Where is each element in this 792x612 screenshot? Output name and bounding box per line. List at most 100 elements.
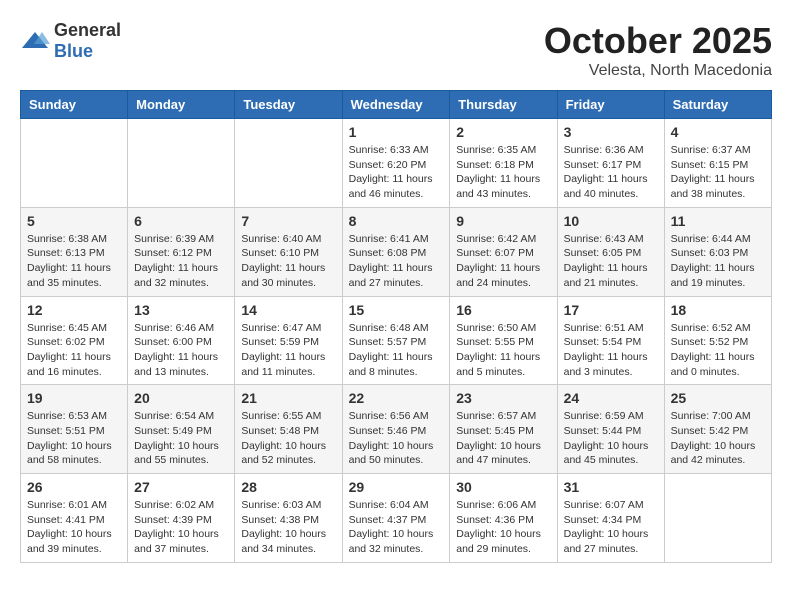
- day-info: Sunrise: 6:46 AM Sunset: 6:00 PM Dayligh…: [134, 321, 228, 380]
- day-number: 23: [456, 390, 550, 406]
- calendar-week-row: 12 Sunrise: 6:45 AM Sunset: 6:02 PM Dayli…: [21, 296, 772, 385]
- day-number: 10: [564, 213, 658, 229]
- day-number: 20: [134, 390, 228, 406]
- calendar-cell: 1 Sunrise: 6:33 AM Sunset: 6:20 PM Daylig…: [342, 119, 450, 208]
- calendar-cell: [664, 474, 771, 563]
- day-number: 29: [349, 479, 444, 495]
- day-info: Sunrise: 6:38 AM Sunset: 6:13 PM Dayligh…: [27, 232, 121, 291]
- day-info: Sunrise: 6:07 AM Sunset: 4:34 PM Dayligh…: [564, 498, 658, 557]
- day-number: 1: [349, 124, 444, 140]
- calendar-cell: 6 Sunrise: 6:39 AM Sunset: 6:12 PM Daylig…: [128, 207, 235, 296]
- calendar-cell: 25 Sunrise: 7:00 AM Sunset: 5:42 PM Dayli…: [664, 385, 771, 474]
- calendar-cell: 2 Sunrise: 6:35 AM Sunset: 6:18 PM Daylig…: [450, 119, 557, 208]
- calendar-cell: 28 Sunrise: 6:03 AM Sunset: 4:38 PM Dayli…: [235, 474, 342, 563]
- day-info: Sunrise: 6:39 AM Sunset: 6:12 PM Dayligh…: [134, 232, 228, 291]
- day-info: Sunrise: 6:59 AM Sunset: 5:44 PM Dayligh…: [564, 409, 658, 468]
- calendar-cell: 11 Sunrise: 6:44 AM Sunset: 6:03 PM Dayli…: [664, 207, 771, 296]
- logo: General Blue: [20, 20, 121, 62]
- day-info: Sunrise: 6:55 AM Sunset: 5:48 PM Dayligh…: [241, 409, 335, 468]
- day-info: Sunrise: 6:01 AM Sunset: 4:41 PM Dayligh…: [27, 498, 121, 557]
- weekday-header-thursday: Thursday: [450, 91, 557, 119]
- weekday-header-tuesday: Tuesday: [235, 91, 342, 119]
- day-number: 5: [27, 213, 121, 229]
- weekday-header-monday: Monday: [128, 91, 235, 119]
- day-info: Sunrise: 6:33 AM Sunset: 6:20 PM Dayligh…: [349, 143, 444, 202]
- calendar-cell: 14Sunrise: 6:47 AM Sunset: 5:59 PM Dayli…: [235, 296, 342, 385]
- day-number: 18: [671, 302, 765, 318]
- calendar-cell: 21 Sunrise: 6:55 AM Sunset: 5:48 PM Dayli…: [235, 385, 342, 474]
- day-info: Sunrise: 6:45 AM Sunset: 6:02 PM Dayligh…: [27, 321, 121, 380]
- day-info: Sunrise: 6:40 AM Sunset: 6:10 PM Dayligh…: [241, 232, 335, 291]
- calendar-cell: 24 Sunrise: 6:59 AM Sunset: 5:44 PM Dayli…: [557, 385, 664, 474]
- calendar-cell: 7 Sunrise: 6:40 AM Sunset: 6:10 PM Daylig…: [235, 207, 342, 296]
- day-number: 3: [564, 124, 658, 140]
- calendar-cell: 20 Sunrise: 6:54 AM Sunset: 5:49 PM Dayli…: [128, 385, 235, 474]
- day-number: 19: [27, 390, 121, 406]
- day-number: 12: [27, 302, 121, 318]
- day-info: Sunrise: 6:41 AM Sunset: 6:08 PM Dayligh…: [349, 232, 444, 291]
- day-number: 31: [564, 479, 658, 495]
- day-number: 11: [671, 213, 765, 229]
- day-number: 30: [456, 479, 550, 495]
- day-number: 13: [134, 302, 228, 318]
- day-info: Sunrise: 6:04 AM Sunset: 4:37 PM Dayligh…: [349, 498, 444, 557]
- day-info: Sunrise: 6:56 AM Sunset: 5:46 PM Dayligh…: [349, 409, 444, 468]
- calendar-week-row: 26 Sunrise: 6:01 AM Sunset: 4:41 PM Dayli…: [21, 474, 772, 563]
- day-number: 16: [456, 302, 550, 318]
- day-info: Sunrise: 6:44 AM Sunset: 6:03 PM Dayligh…: [671, 232, 765, 291]
- day-info: Sunrise: 6:51 AM Sunset: 5:54 PM Dayligh…: [564, 321, 658, 380]
- day-info: Sunrise: 6:37 AM Sunset: 6:15 PM Dayligh…: [671, 143, 765, 202]
- calendar-cell: 15Sunrise: 6:48 AM Sunset: 5:57 PM Dayli…: [342, 296, 450, 385]
- calendar-cell: 23 Sunrise: 6:57 AM Sunset: 5:45 PM Dayli…: [450, 385, 557, 474]
- day-info: Sunrise: 6:47 AM Sunset: 5:59 PM Dayligh…: [241, 321, 335, 380]
- calendar-cell: 8 Sunrise: 6:41 AM Sunset: 6:08 PM Daylig…: [342, 207, 450, 296]
- calendar-cell: [21, 119, 128, 208]
- calendar-cell: 19 Sunrise: 6:53 AM Sunset: 5:51 PM Dayli…: [21, 385, 128, 474]
- day-info: Sunrise: 6:57 AM Sunset: 5:45 PM Dayligh…: [456, 409, 550, 468]
- calendar-cell: 4Sunrise: 6:37 AM Sunset: 6:15 PM Daylig…: [664, 119, 771, 208]
- calendar-week-row: 1 Sunrise: 6:33 AM Sunset: 6:20 PM Daylig…: [21, 119, 772, 208]
- day-number: 25: [671, 390, 765, 406]
- day-number: 26: [27, 479, 121, 495]
- day-info: Sunrise: 6:43 AM Sunset: 6:05 PM Dayligh…: [564, 232, 658, 291]
- calendar-cell: 3Sunrise: 6:36 AM Sunset: 6:17 PM Daylig…: [557, 119, 664, 208]
- weekday-header-wednesday: Wednesday: [342, 91, 450, 119]
- day-number: 7: [241, 213, 335, 229]
- day-info: Sunrise: 6:35 AM Sunset: 6:18 PM Dayligh…: [456, 143, 550, 202]
- day-info: Sunrise: 6:03 AM Sunset: 4:38 PM Dayligh…: [241, 498, 335, 557]
- day-number: 17: [564, 302, 658, 318]
- day-number: 24: [564, 390, 658, 406]
- calendar-cell: 18 Sunrise: 6:52 AM Sunset: 5:52 PM Dayli…: [664, 296, 771, 385]
- calendar-cell: 17 Sunrise: 6:51 AM Sunset: 5:54 PM Dayli…: [557, 296, 664, 385]
- day-info: Sunrise: 6:52 AM Sunset: 5:52 PM Dayligh…: [671, 321, 765, 380]
- calendar-cell: [235, 119, 342, 208]
- day-number: 15: [349, 302, 444, 318]
- day-number: 6: [134, 213, 228, 229]
- day-info: Sunrise: 6:54 AM Sunset: 5:49 PM Dayligh…: [134, 409, 228, 468]
- day-number: 2: [456, 124, 550, 140]
- calendar-cell: 16 Sunrise: 6:50 AM Sunset: 5:55 PM Dayli…: [450, 296, 557, 385]
- logo-icon: [20, 30, 50, 52]
- day-number: 28: [241, 479, 335, 495]
- calendar-cell: 9 Sunrise: 6:42 AM Sunset: 6:07 PM Daylig…: [450, 207, 557, 296]
- day-number: 22: [349, 390, 444, 406]
- page-header: General Blue October 2025 Velesta, North…: [20, 20, 772, 80]
- calendar-cell: 27Sunrise: 6:02 AM Sunset: 4:39 PM Dayli…: [128, 474, 235, 563]
- day-info: Sunrise: 6:50 AM Sunset: 5:55 PM Dayligh…: [456, 321, 550, 380]
- day-number: 9: [456, 213, 550, 229]
- day-info: Sunrise: 6:42 AM Sunset: 6:07 PM Dayligh…: [456, 232, 550, 291]
- calendar-cell: 30Sunrise: 6:06 AM Sunset: 4:36 PM Dayli…: [450, 474, 557, 563]
- day-info: Sunrise: 7:00 AM Sunset: 5:42 PM Dayligh…: [671, 409, 765, 468]
- day-number: 21: [241, 390, 335, 406]
- calendar-cell: 13 Sunrise: 6:46 AM Sunset: 6:00 PM Dayli…: [128, 296, 235, 385]
- calendar-cell: 10 Sunrise: 6:43 AM Sunset: 6:05 PM Dayli…: [557, 207, 664, 296]
- day-number: 8: [349, 213, 444, 229]
- day-info: Sunrise: 6:53 AM Sunset: 5:51 PM Dayligh…: [27, 409, 121, 468]
- calendar-cell: 31 Sunrise: 6:07 AM Sunset: 4:34 PM Dayli…: [557, 474, 664, 563]
- calendar-week-row: 5 Sunrise: 6:38 AM Sunset: 6:13 PM Daylig…: [21, 207, 772, 296]
- calendar-cell: 12 Sunrise: 6:45 AM Sunset: 6:02 PM Dayli…: [21, 296, 128, 385]
- calendar-cell: 26 Sunrise: 6:01 AM Sunset: 4:41 PM Dayli…: [21, 474, 128, 563]
- calendar-cell: 22 Sunrise: 6:56 AM Sunset: 5:46 PM Dayli…: [342, 385, 450, 474]
- calendar-table: SundayMondayTuesdayWednesdayThursdayFrid…: [20, 90, 772, 563]
- weekday-header-row: SundayMondayTuesdayWednesdayThursdayFrid…: [21, 91, 772, 119]
